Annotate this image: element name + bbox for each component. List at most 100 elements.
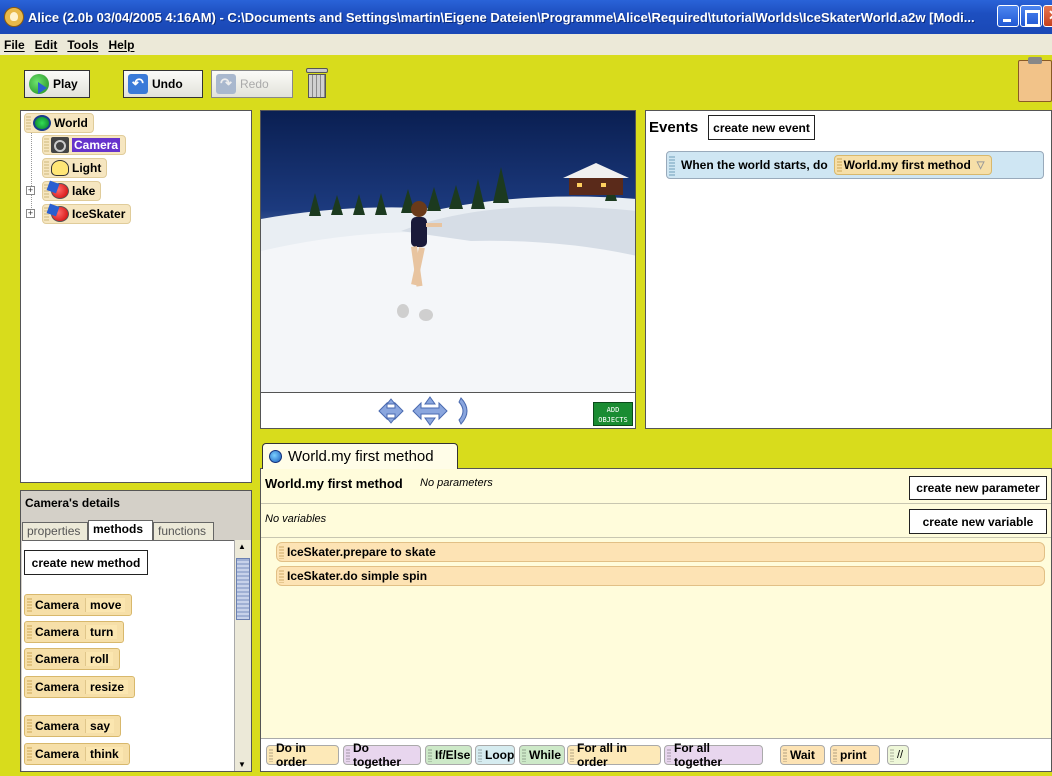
play-icon: [29, 74, 49, 94]
method-camera-turn[interactable]: Camera turn: [24, 621, 125, 643]
tab-world-my-first-method[interactable]: World.my first method: [262, 443, 458, 469]
details-title: Camera's details: [25, 496, 120, 510]
method-object-label: Camera: [35, 719, 80, 733]
method-camera-roll[interactable]: Camera roll: [24, 648, 120, 670]
methods-scrollbar[interactable]: ▲ ▼: [234, 540, 251, 771]
create-new-event-button[interactable]: create new event: [708, 115, 815, 140]
camera-tile[interactable]: Camera: [42, 135, 127, 155]
expand-iceskater-icon[interactable]: +: [26, 209, 35, 218]
world-tile[interactable]: World: [24, 113, 94, 133]
camera-controls: [260, 393, 636, 429]
object-icon: [51, 206, 69, 222]
object-icon: [51, 183, 69, 199]
expand-lake-icon[interactable]: +: [26, 186, 35, 195]
menu-file[interactable]: File: [4, 38, 25, 52]
window-title: Alice (2.0b 03/04/2005 4:16AM) - C:\Docu…: [28, 9, 975, 25]
redo-label: Redo: [240, 77, 269, 91]
tree-connector: [31, 132, 32, 216]
tree-item-light[interactable]: Light: [42, 158, 108, 178]
world-label: World: [54, 116, 88, 130]
iceskater-tile[interactable]: IceSkater: [42, 204, 132, 224]
method-verb-label: resize: [85, 680, 129, 694]
method-object-label: Camera: [35, 625, 80, 639]
play-button[interactable]: Play: [24, 70, 90, 98]
camera-icon: [51, 137, 69, 153]
add-objects-label-2: OBJECTS: [598, 416, 628, 424]
lake-label: lake: [72, 184, 96, 198]
play-label: Play: [53, 77, 78, 91]
method-camera-say[interactable]: Camera say: [24, 715, 122, 737]
redo-icon: ↷: [216, 74, 236, 94]
do-in-order-block[interactable]: Do in order: [266, 741, 339, 769]
tab-functions[interactable]: functions: [153, 522, 214, 540]
method-object-label: Camera: [35, 680, 80, 694]
light-label: Light: [72, 161, 102, 175]
method-camera-think[interactable]: Camera think: [24, 743, 130, 765]
menu-edit[interactable]: Edit: [35, 38, 58, 52]
no-variables-label: No variables: [265, 513, 327, 525]
event-method-dropdown[interactable]: World.my first method ▽: [833, 155, 992, 175]
for-all-together-block[interactable]: For all together: [664, 741, 763, 769]
undo-button[interactable]: ↶ Undo: [123, 70, 203, 98]
if-else-block[interactable]: If/Else: [425, 745, 472, 765]
iceskater-label: IceSkater: [72, 207, 126, 221]
tree-item-iceskater[interactable]: IceSkater: [42, 204, 132, 224]
method-name-label: World.my first method: [265, 476, 403, 491]
comment-block[interactable]: //: [887, 745, 909, 765]
menu-help[interactable]: Help: [108, 38, 134, 52]
statement-prepare-to-skate[interactable]: IceSkater.prepare to skate: [276, 542, 1045, 562]
create-new-method-button[interactable]: create new method: [24, 550, 148, 575]
method-object-label: Camera: [35, 747, 80, 761]
light-tile[interactable]: Light: [42, 158, 108, 178]
statement-do-simple-spin[interactable]: IceSkater.do simple spin: [276, 566, 1045, 586]
wait-block[interactable]: Wait: [780, 745, 825, 765]
clipboard-icon[interactable]: [1018, 57, 1052, 102]
lightbulb-icon: [51, 160, 69, 176]
no-parameters-label: No parameters: [420, 477, 493, 489]
add-objects-button[interactable]: ADD OBJECTS: [593, 402, 633, 426]
menu-tools[interactable]: Tools: [67, 38, 98, 52]
menu-bar: File Edit Tools Help: [0, 34, 1052, 55]
maximize-button[interactable]: [1020, 5, 1042, 27]
print-block[interactable]: print: [830, 745, 880, 765]
method-object-label: Camera: [35, 652, 80, 666]
scroll-up-icon[interactable]: ▲: [238, 542, 246, 551]
event-world-starts[interactable]: When the world starts, do World.my first…: [666, 151, 1044, 179]
minimize-button[interactable]: [997, 5, 1019, 27]
title-bar: Alice (2.0b 03/04/2005 4:16AM) - C:\Docu…: [0, 0, 1052, 34]
method-object-label: Camera: [35, 598, 80, 612]
method-camera-move[interactable]: Camera move: [24, 594, 133, 616]
method-verb-label: move: [85, 598, 126, 612]
loop-block[interactable]: Loop: [475, 745, 515, 765]
redo-button[interactable]: ↷ Redo: [211, 70, 293, 98]
method-verb-label: turn: [85, 625, 118, 639]
events-header: Events: [649, 119, 699, 136]
for-all-in-order-block[interactable]: For all in order: [567, 741, 661, 769]
method-verb-label: roll: [85, 652, 113, 666]
lake-tile[interactable]: lake: [42, 181, 102, 201]
tree-item-world[interactable]: World: [24, 113, 94, 133]
scene-graphic: [261, 163, 635, 392]
method-verb-label: say: [85, 719, 115, 733]
tab-methods[interactable]: methods: [88, 520, 153, 541]
while-block[interactable]: While: [519, 745, 565, 765]
method-camera-resize[interactable]: Camera resize: [24, 676, 136, 698]
undo-label: Undo: [152, 77, 183, 91]
editor-tab-label: World.my first method: [288, 448, 434, 465]
scene-view[interactable]: [260, 110, 636, 393]
tree-item-camera[interactable]: Camera: [42, 135, 127, 155]
tree-item-lake[interactable]: lake: [42, 181, 102, 201]
world-method-icon: [269, 450, 282, 463]
trash-icon[interactable]: [306, 66, 328, 100]
create-new-parameter-button[interactable]: create new parameter: [909, 476, 1047, 500]
scroll-down-icon[interactable]: ▼: [238, 760, 246, 769]
do-together-block[interactable]: Do together: [343, 741, 421, 769]
alice-app-icon: [4, 7, 24, 27]
scrollbar-thumb[interactable]: [236, 558, 250, 620]
camera-move-arrows-icon[interactable]: [361, 394, 501, 428]
camera-label: Camera: [72, 138, 121, 152]
create-new-variable-button[interactable]: create new variable: [909, 509, 1047, 534]
tab-properties[interactable]: properties: [22, 522, 88, 540]
close-button[interactable]: [1043, 5, 1052, 27]
undo-icon: ↶: [128, 74, 148, 94]
